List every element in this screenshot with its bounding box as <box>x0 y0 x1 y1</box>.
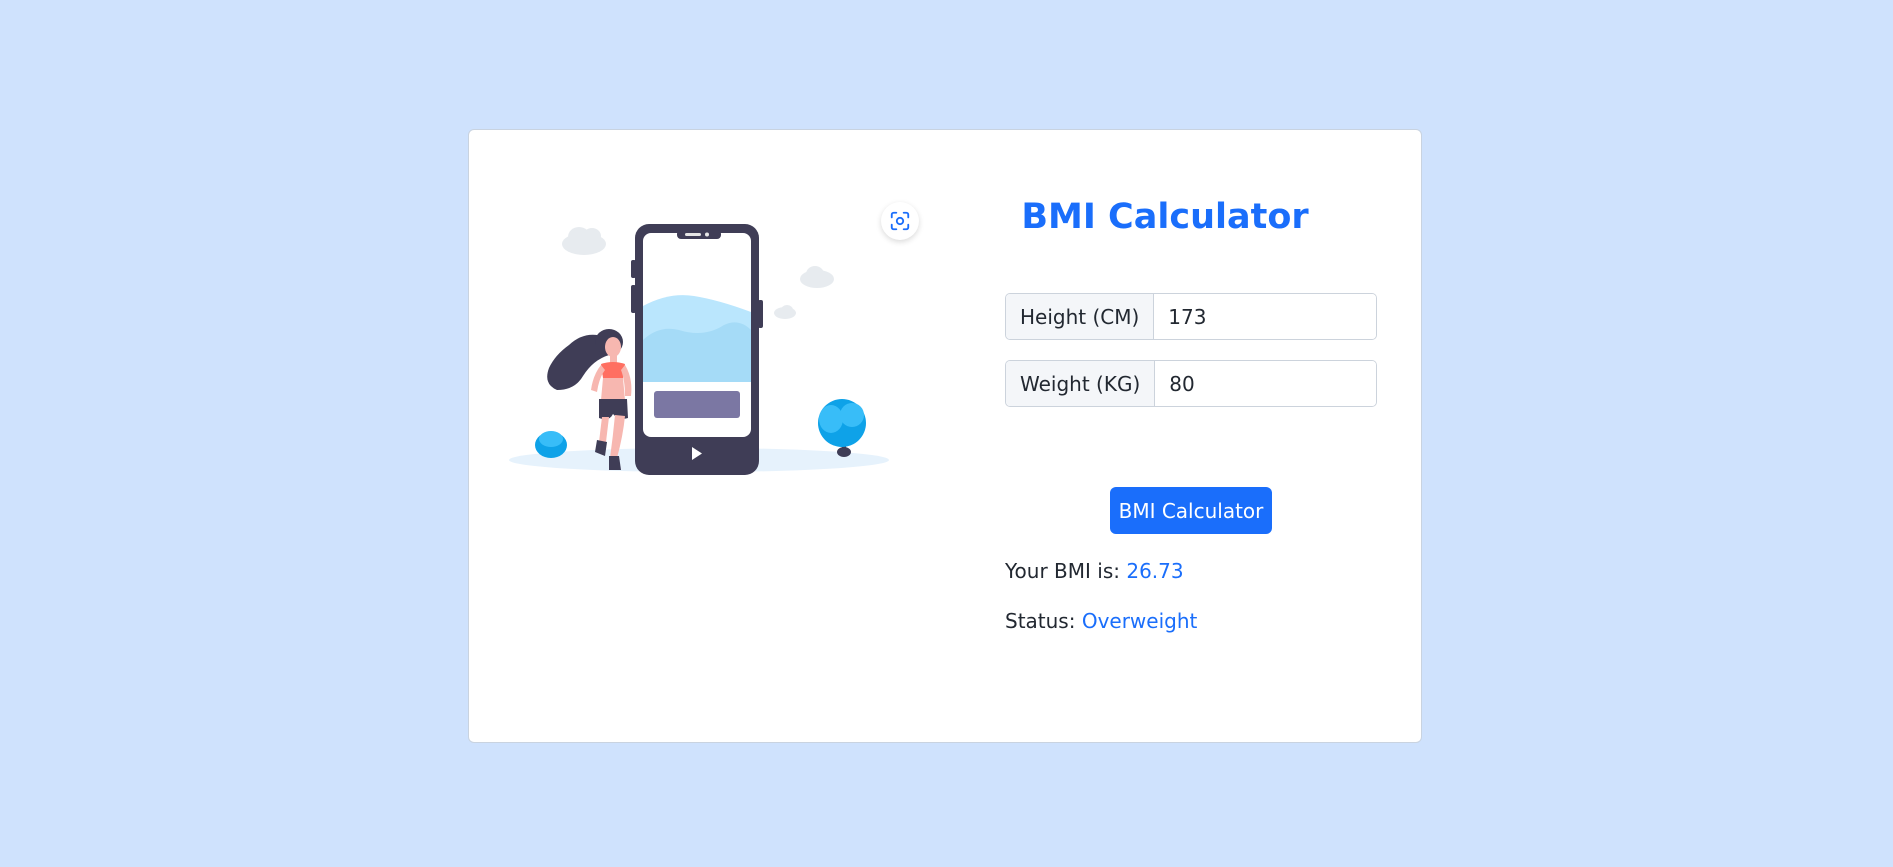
bmi-card: BMI Calculator Height (CM) Weight (KG) B… <box>468 129 1422 743</box>
bmi-result: Your BMI is: 26.73 <box>1005 558 1184 584</box>
height-input-group: Height (CM) <box>1005 293 1377 340</box>
status-result: Status: Overweight <box>1005 608 1197 634</box>
scan-button[interactable] <box>881 202 919 240</box>
bmi-result-value: 26.73 <box>1126 559 1184 583</box>
status-value: Overweight <box>1081 609 1198 633</box>
weight-input-group: Weight (KG) <box>1005 360 1377 407</box>
fitness-illustration <box>509 224 889 475</box>
weight-input[interactable] <box>1155 361 1376 406</box>
calculate-button[interactable]: BMI Calculator <box>1110 487 1272 534</box>
page-title: BMI Calculator <box>1021 197 1309 237</box>
height-label: Height (CM) <box>1006 294 1155 339</box>
weight-label: Weight (KG) <box>1006 361 1156 406</box>
height-input[interactable] <box>1154 294 1376 339</box>
scan-icon <box>890 211 910 231</box>
status-label: Status: <box>1005 609 1076 633</box>
bmi-result-label: Your BMI is: <box>1005 559 1120 583</box>
